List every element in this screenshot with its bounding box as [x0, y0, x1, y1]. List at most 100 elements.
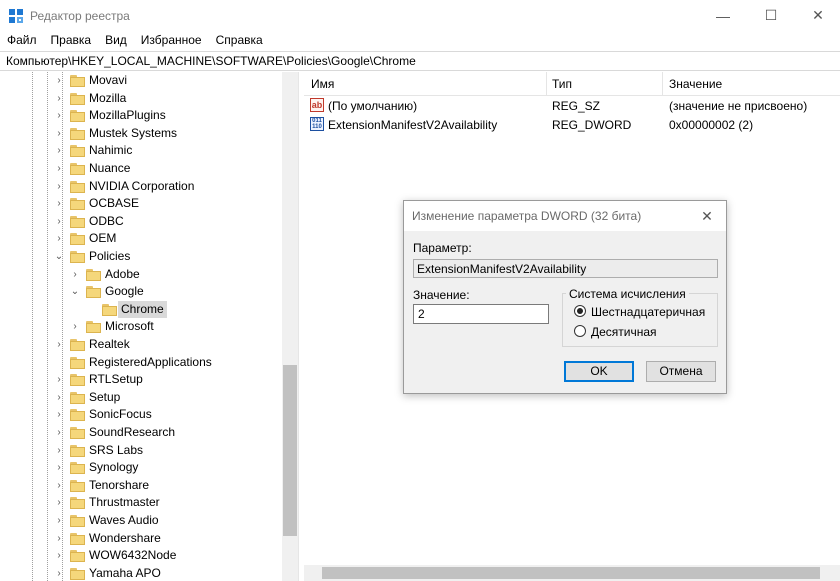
radio-decimal[interactable] — [574, 325, 586, 337]
tree-item-label[interactable]: RTLSetup — [89, 371, 143, 388]
tree-item[interactable]: › Realtek — [0, 336, 282, 354]
expand-chevron-icon[interactable]: › — [54, 374, 64, 386]
value-row[interactable]: 011 110 ExtensionManifestV2Availability R… — [304, 115, 840, 134]
tree-item-label[interactable]: SoundResearch — [89, 424, 175, 441]
expand-chevron-icon[interactable]: › — [54, 93, 64, 105]
collapse-chevron-icon[interactable]: ⌄ — [54, 251, 64, 263]
list-scroll-thumb[interactable] — [322, 567, 820, 579]
expand-chevron-icon[interactable]: › — [54, 75, 64, 87]
tree-item[interactable]: › NVIDIA Corporation — [0, 178, 282, 196]
tree-item[interactable]: ⌄ Policies — [0, 248, 282, 266]
tree-item-label[interactable]: Mozilla — [89, 90, 126, 107]
tree-item[interactable]: › SoundResearch — [0, 424, 282, 442]
ok-button[interactable]: OK — [564, 361, 634, 382]
expand-chevron-icon[interactable]: › — [54, 198, 64, 210]
tree-item[interactable]: › RTLSetup — [0, 371, 282, 389]
column-type-header[interactable]: Тип — [552, 77, 572, 91]
tree-item-label[interactable]: OEM — [89, 230, 116, 247]
tree-item-label[interactable]: SonicFocus — [89, 406, 152, 423]
expand-chevron-icon[interactable]: › — [54, 497, 64, 509]
tree-item[interactable]: › Mozilla — [0, 90, 282, 108]
tree-item[interactable]: › Thrustmaster — [0, 494, 282, 512]
dialog-close-button[interactable]: ✕ — [694, 205, 720, 227]
expand-chevron-icon[interactable]: › — [70, 321, 80, 333]
value-row[interactable]: ab (По умолчанию) REG_SZ (значение не пр… — [304, 96, 840, 115]
expand-chevron-icon[interactable]: › — [54, 515, 64, 527]
tree-item-label[interactable]: Nuance — [89, 160, 130, 177]
tree-item[interactable]: › Microsoft — [0, 318, 282, 336]
tree-item-label[interactable]: Nahimic — [89, 142, 132, 159]
tree-item-label[interactable]: Synology — [89, 459, 138, 476]
expand-chevron-icon[interactable]: › — [54, 533, 64, 545]
close-button[interactable]: ✕ — [795, 0, 840, 31]
expand-chevron-icon[interactable]: › — [54, 409, 64, 421]
column-separator[interactable] — [546, 72, 547, 96]
menu-favorites[interactable]: Избранное — [134, 31, 209, 50]
column-value-header[interactable]: Значение — [669, 77, 722, 91]
tree-item[interactable]: › Nuance — [0, 160, 282, 178]
tree-item-label[interactable]: Chrome — [118, 300, 167, 318]
expand-chevron-icon[interactable]: › — [54, 339, 64, 351]
expand-chevron-icon[interactable]: › — [54, 392, 64, 404]
tree-item[interactable]: › OCBASE — [0, 195, 282, 213]
tree-item[interactable]: › Tenorshare — [0, 477, 282, 495]
tree-item[interactable]: › Setup — [0, 389, 282, 407]
tree-item-label[interactable]: Movavi — [89, 72, 127, 89]
tree-item[interactable]: › MozillaPlugins — [0, 107, 282, 125]
tree-item-label[interactable]: MozillaPlugins — [89, 107, 166, 124]
tree-item-label[interactable]: Realtek — [89, 336, 130, 353]
tree-item-label[interactable]: Waves Audio — [89, 512, 159, 529]
tree-item[interactable]: › Wondershare — [0, 530, 282, 548]
minimize-button[interactable]: — — [700, 0, 746, 31]
tree-item[interactable]: › Movavi — [0, 72, 282, 90]
tree-item-label[interactable]: RegisteredApplications — [89, 354, 212, 371]
expand-chevron-icon[interactable]: › — [54, 568, 64, 580]
tree-item-label[interactable]: Mustek Systems — [89, 125, 177, 142]
tree-item[interactable]: › Synology — [0, 459, 282, 477]
tree-item[interactable]: Chrome — [0, 300, 282, 319]
radio-hexadecimal[interactable] — [574, 305, 586, 317]
expand-chevron-icon[interactable]: › — [54, 216, 64, 228]
radio-hexadecimal-label[interactable]: Шестнадцатеричная — [591, 305, 705, 319]
tree-item-label[interactable]: OCBASE — [89, 195, 139, 212]
tree-item[interactable]: ⌄ Google — [0, 283, 282, 301]
cancel-button[interactable]: Отмена — [646, 361, 716, 382]
expand-chevron-icon[interactable]: › — [54, 163, 64, 175]
expand-chevron-icon[interactable]: › — [54, 462, 64, 474]
tree-scroll-thumb[interactable] — [283, 365, 297, 536]
radio-decimal-label[interactable]: Десятичная — [591, 325, 657, 339]
expand-chevron-icon[interactable]: › — [54, 445, 64, 457]
expand-chevron-icon[interactable]: › — [70, 269, 80, 281]
expand-chevron-icon[interactable]: › — [54, 145, 64, 157]
expand-chevron-icon[interactable]: › — [54, 181, 64, 193]
tree-item-label[interactable]: ODBC — [89, 213, 124, 230]
tree-item[interactable]: › ODBC — [0, 213, 282, 231]
maximize-button[interactable]: ☐ — [748, 0, 794, 31]
column-separator[interactable] — [662, 72, 663, 96]
address-bar[interactable]: Компьютер\HKEY_LOCAL_MACHINE\SOFTWARE\Po… — [0, 51, 840, 71]
expand-chevron-icon[interactable]: › — [54, 480, 64, 492]
tree-item[interactable]: › Adobe — [0, 266, 282, 284]
menu-help[interactable]: Справка — [209, 31, 270, 50]
tree-item-label[interactable]: Wondershare — [89, 530, 161, 547]
tree-item-label[interactable]: SRS Labs — [89, 442, 143, 459]
tree-item[interactable]: › Mustek Systems — [0, 125, 282, 143]
tree-item[interactable]: › Nahimic — [0, 142, 282, 160]
menu-edit[interactable]: Правка — [44, 31, 99, 50]
tree-item-label[interactable]: WOW6432Node — [89, 547, 176, 564]
expand-chevron-icon[interactable]: › — [54, 427, 64, 439]
tree-item[interactable]: › OEM — [0, 230, 282, 248]
tree-item[interactable]: › SonicFocus — [0, 406, 282, 424]
menu-view[interactable]: Вид — [98, 31, 134, 50]
tree-item-label[interactable]: Microsoft — [105, 318, 154, 335]
tree-item-label[interactable]: Adobe — [105, 266, 140, 283]
tree-item[interactable]: RegisteredApplications — [0, 354, 282, 372]
tree-item-label[interactable]: Thrustmaster — [89, 494, 160, 511]
tree-item[interactable]: › WOW6432Node — [0, 547, 282, 565]
tree-item[interactable]: › Waves Audio — [0, 512, 282, 530]
tree-item-label[interactable]: Policies — [89, 248, 130, 265]
tree-item-label[interactable]: Yamaha APO — [89, 565, 161, 581]
expand-chevron-icon[interactable]: › — [54, 550, 64, 562]
expand-chevron-icon[interactable]: › — [54, 128, 64, 140]
tree-item[interactable]: › SRS Labs — [0, 442, 282, 460]
